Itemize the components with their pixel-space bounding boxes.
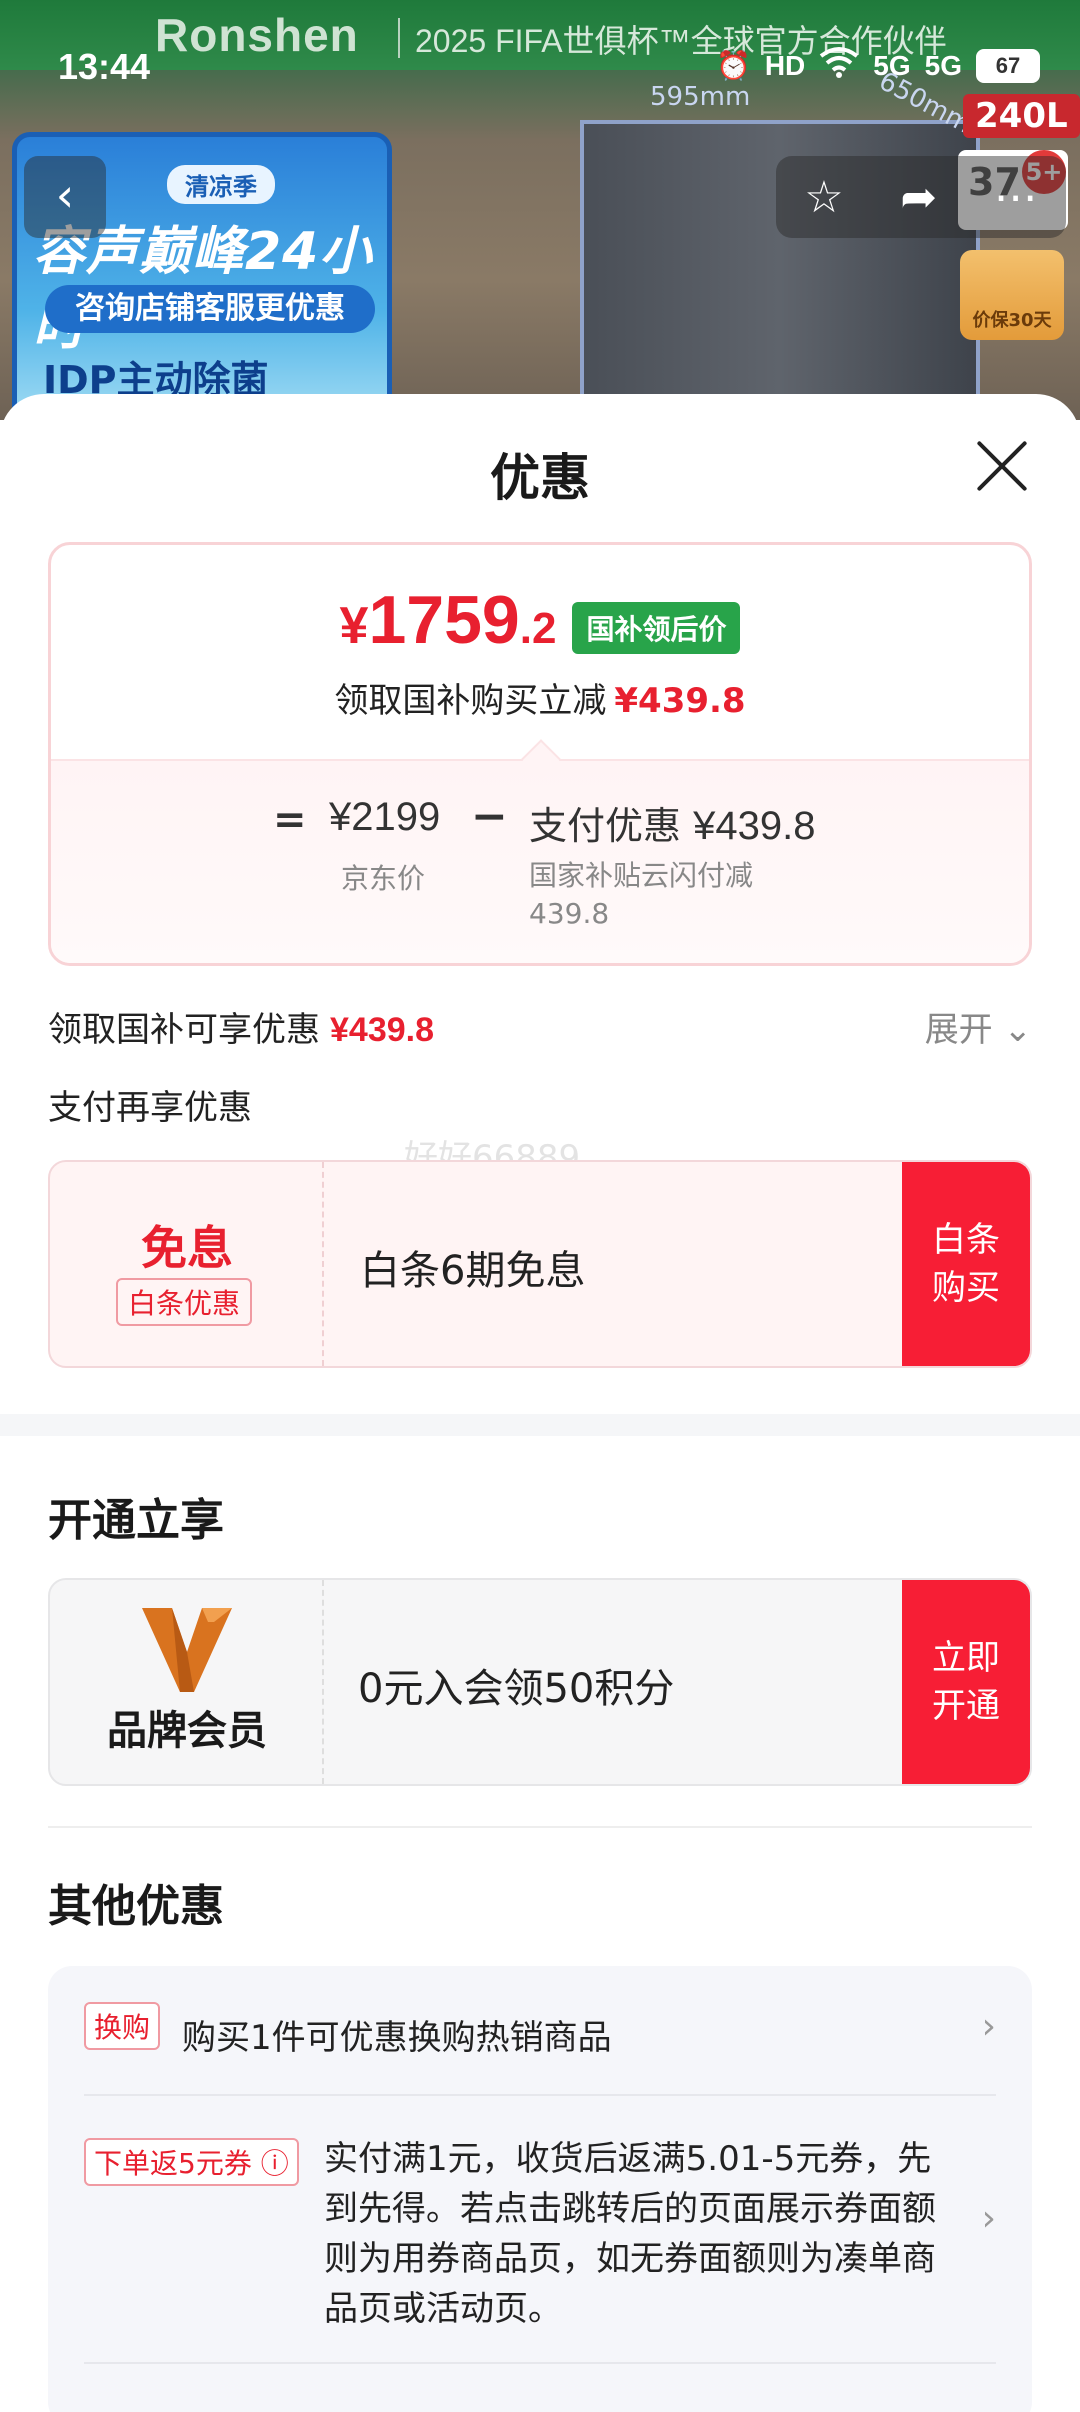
interest-free-label: 免息 (141, 1221, 233, 1275)
pay-discount-desc: 国家补贴云闪付减439.8 (529, 859, 754, 930)
offer-row[interactable]: 换购 购买1件可优惠换购热销商品 › (84, 2002, 996, 2082)
pay-discount-label: 支付优惠 (529, 804, 682, 848)
other-section-title: 其他优惠 (48, 1881, 224, 1932)
share-icon[interactable]: ➦ (900, 172, 937, 223)
signal-5g-icon-2: 5G (924, 49, 962, 81)
offer-tag: 下单返5元券 ⓘ (84, 2138, 299, 2186)
section-divider (0, 1414, 1080, 1436)
offer-tag-wrap: 下单返5元券 ⓘ (84, 2138, 299, 2186)
alarm-icon: ⏰ (715, 50, 751, 81)
price-protect-badge: 价保30天 (960, 250, 1064, 340)
top-action-pill: ☆ ➦ ⋯ (776, 156, 1066, 238)
price-currency: ¥ (339, 597, 369, 655)
more-icon[interactable]: ⋯ (994, 172, 1038, 223)
pay-discount: 支付优惠 ¥439.8 (529, 795, 815, 850)
other-offers-box: 换购 购买1件可优惠换购热销商品 › 下单返5元券 ⓘ 实付满1元，收货后返满5… (48, 1966, 1032, 2412)
offer-text[interactable]: 实付满1元，收货后返满5.01-5元券，先到先得。若点击跳转后的页面展示券面额则… (324, 2134, 944, 2334)
price-card: ¥1759.2 国补领后价 领取国补购买立减 ¥439.8 = ¥2199 − 支… (48, 542, 1032, 966)
subsidy-summary: 领取国补购买立减 ¥439.8 (51, 673, 1029, 722)
price-card-top: ¥1759.2 国补领后价 领取国补购买立减 ¥439.8 (51, 545, 1029, 759)
pay-discount-amount: ¥439.8 (693, 804, 816, 848)
sheet-title: 优惠 (490, 449, 590, 507)
dimension-width: 595mm (650, 82, 751, 112)
subsidy-summary-label: 领取国补购买立减 (334, 681, 607, 721)
subsidy-row-amount: ¥439.8 (330, 1011, 434, 1049)
baitiao-tag: 白条优惠 (116, 1278, 253, 1326)
brand-logo: Ronshen (155, 9, 359, 61)
offer-separator (84, 2362, 996, 2364)
member-coupon-left: 品牌会员 (50, 1580, 324, 1784)
price-decimal: .2 (519, 604, 557, 653)
chevron-right-icon: › (981, 2006, 996, 2047)
price-formula: = ¥2199 − 支付优惠 ¥439.8 (51, 791, 1029, 851)
price-integer: 1759 (368, 582, 520, 658)
member-coupon: 品牌会员 0元入会领50积分 立即开通 (48, 1578, 1032, 1786)
battery-icon: 67 (976, 48, 1040, 83)
brand-member-logo-icon (142, 1608, 232, 1692)
back-button[interactable]: ‹ (24, 156, 106, 238)
capacity-badge: 240L (963, 94, 1080, 138)
expand-button[interactable]: 展开 ⌄ (925, 1002, 1032, 1051)
final-price-row: ¥1759.2 国补领后价 (51, 583, 1029, 666)
open-section-title: 开通立享 (48, 1495, 224, 1546)
status-icons: ⏰ HD 5G 5G 67 (716, 46, 1040, 85)
brand-separator (398, 18, 400, 58)
member-name: 品牌会员 (107, 1708, 267, 1754)
signal-5g-icon: 5G (873, 49, 911, 81)
price-breakdown: = ¥2199 − 支付优惠 ¥439.8 京东价 国家补贴云闪付减439.8 (51, 759, 1029, 963)
expand-label: 展开 (924, 1010, 993, 1050)
final-price: ¥1759.2 (340, 583, 557, 666)
subsidy-row: 领取国补可享优惠 ¥439.8 (48, 1002, 434, 1051)
baitiao-buy-button[interactable]: 白条购买 (902, 1162, 1030, 1366)
offer-tag: 换购 (84, 2002, 161, 2050)
subsidy-row-label: 领取国补可享优惠 (48, 1010, 320, 1050)
jd-price-label: 京东价 (341, 862, 426, 895)
baitiao-coupon-left: 免息 白条优惠 (50, 1162, 324, 1366)
chevron-down-icon: ⌄ (1003, 1010, 1033, 1050)
member-text: 0元入会领50积分 (358, 1666, 675, 1712)
hd-icon: HD (764, 49, 806, 81)
promo-tag: 清凉季 (167, 165, 275, 204)
pay-again-label: 支付再享优惠 (48, 1088, 252, 1128)
minus-sign: − (471, 791, 508, 842)
jd-price: ¥2199 (329, 795, 441, 839)
chevron-right-icon[interactable]: › (982, 2198, 996, 2239)
status-time: 13:44 (58, 46, 151, 87)
offer-separator (84, 2094, 996, 2096)
discount-sheet: 优惠 ¥1759.2 国补领后价 领取国补购买立减 ¥439.8 = ¥2199 … (0, 394, 1080, 2412)
close-icon[interactable] (972, 436, 1032, 496)
divider-line (48, 1826, 1032, 1828)
offer-text: 购买1件可优惠换购热销商品 (182, 2018, 612, 2058)
subsidy-price-badge: 国补领后价 (572, 602, 741, 654)
baitiao-text: 白条6期免息 (360, 1248, 586, 1294)
equals-sign: = (273, 797, 307, 843)
wifi-icon (819, 46, 859, 85)
subsidy-summary-amount: ¥439.8 (614, 681, 746, 721)
member-open-button[interactable]: 立即开通 (902, 1580, 1030, 1784)
promo-subline: 咨询店铺客服更优惠 (45, 285, 375, 333)
favorite-star-icon[interactable]: ☆ (804, 172, 843, 223)
baitiao-coupon: 免息 白条优惠 白条6期免息 白条购买 (48, 1160, 1032, 1368)
